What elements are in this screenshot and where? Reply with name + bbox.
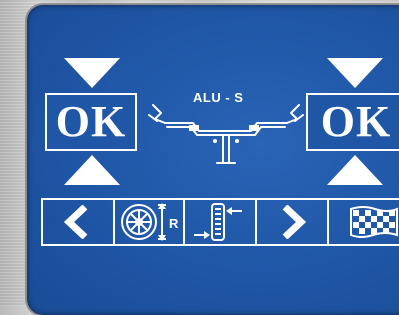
rim-profile-icon: [148, 104, 304, 164]
chevron-right-icon: [282, 205, 307, 239]
tyre-width-button[interactable]: [185, 200, 257, 244]
previous-button[interactable]: [43, 200, 115, 244]
chevron-left-icon: [63, 205, 88, 239]
wheel-radius-button[interactable]: R: [115, 200, 185, 244]
tyre-width-icon: [194, 203, 242, 241]
function-bar: R: [41, 198, 399, 246]
ok-right-button[interactable]: OK: [306, 93, 399, 151]
checkered-flag-icon: [350, 206, 398, 238]
next-button[interactable]: [257, 200, 329, 244]
finish-button[interactable]: [329, 200, 399, 244]
lcd-screen: OK OK ALU - S R: [27, 5, 399, 315]
wheel-radius-icon: R: [121, 203, 179, 241]
radius-letter: R: [169, 216, 179, 231]
arrow-up-right-icon: [327, 155, 383, 185]
arrow-up-left-icon: [64, 155, 120, 185]
ok-left-button[interactable]: OK: [45, 93, 137, 151]
arrow-down-right-icon: [327, 58, 383, 88]
arrow-down-left-icon: [64, 58, 120, 88]
